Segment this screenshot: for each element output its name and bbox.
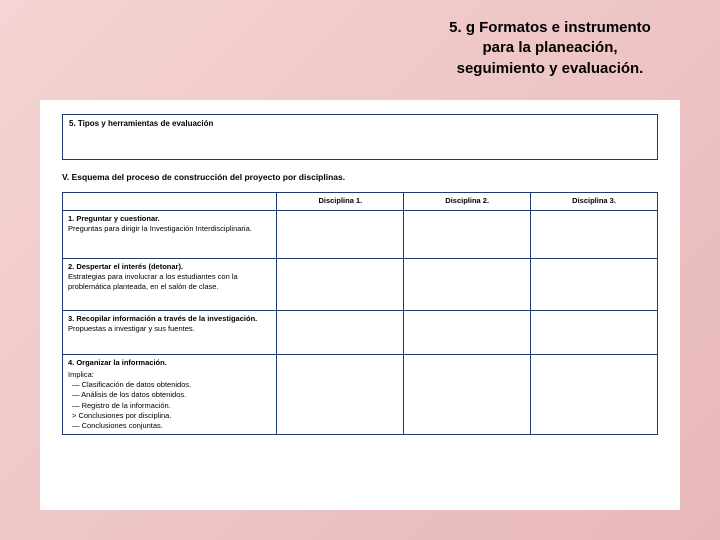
table-row: 1. Preguntar y cuestionar. Preguntas par… bbox=[63, 211, 658, 259]
row-1-sub: Preguntas para dirigir la Investigación … bbox=[68, 224, 271, 234]
cell-empty bbox=[277, 211, 404, 259]
row-1-label: 1. Preguntar y cuestionar. bbox=[68, 214, 271, 224]
document-page: 5. Tipos y herramientas de evaluación V.… bbox=[40, 100, 680, 510]
cell-empty bbox=[531, 259, 658, 311]
cell-empty bbox=[277, 259, 404, 311]
header-empty bbox=[63, 193, 277, 211]
row-4-bullet: > Conclusiones por disciplina. bbox=[68, 411, 271, 421]
row-2-sub: Estrategias para involucrar a los estudi… bbox=[68, 272, 271, 292]
row-4-bullet: — Conclusiones conjuntas. bbox=[68, 421, 271, 431]
cell-empty bbox=[531, 311, 658, 355]
cell-empty bbox=[404, 355, 531, 435]
cell-empty bbox=[404, 259, 531, 311]
row-4-label-cell: 4. Organizar la información. Implica: — … bbox=[63, 355, 277, 435]
header-disciplina-3: Disciplina 3. bbox=[531, 193, 658, 211]
header-disciplina-1: Disciplina 1. bbox=[277, 193, 404, 211]
row-4-bullet: — Clasificación de datos obtenidos. bbox=[68, 380, 271, 390]
title-line-2: para la planeación, bbox=[410, 38, 690, 58]
box-item-5: 5. Tipos y herramientas de evaluación bbox=[62, 114, 658, 160]
row-2-label: 2. Despertar el interés (detonar). bbox=[68, 262, 271, 272]
row-3-label: 3. Recopilar información a través de la … bbox=[68, 314, 271, 324]
table-row: 4. Organizar la información. Implica: — … bbox=[63, 355, 658, 435]
row-4-bullet: — Análisis de los datos obtenidos. bbox=[68, 390, 271, 400]
table-header-row: Disciplina 1. Disciplina 2. Disciplina 3… bbox=[63, 193, 658, 211]
cell-empty bbox=[404, 311, 531, 355]
row-3-sub: Propuestas a investigar y sus fuentes. bbox=[68, 324, 271, 334]
row-3-label-cell: 3. Recopilar información a través de la … bbox=[63, 311, 277, 355]
section-v-heading: V. Esquema del proceso de construcción d… bbox=[62, 172, 658, 182]
cell-empty bbox=[277, 355, 404, 435]
row-4-label: 4. Organizar la información. bbox=[68, 358, 271, 368]
row-1-label-cell: 1. Preguntar y cuestionar. Preguntas par… bbox=[63, 211, 277, 259]
box-item-5-label: 5. Tipos y herramientas de evaluación bbox=[69, 119, 213, 128]
row-4-implies: Implica: bbox=[68, 370, 271, 380]
slide-title: 5. g Formatos e instrumento para la plan… bbox=[410, 18, 690, 79]
title-line-3: seguimiento y evaluación. bbox=[410, 59, 690, 79]
header-disciplina-2: Disciplina 2. bbox=[404, 193, 531, 211]
process-table: Disciplina 1. Disciplina 2. Disciplina 3… bbox=[62, 192, 658, 435]
row-4-bullet: — Registro de la información. bbox=[68, 401, 271, 411]
cell-empty bbox=[404, 211, 531, 259]
title-line-1: 5. g Formatos e instrumento bbox=[410, 18, 690, 38]
cell-empty bbox=[531, 355, 658, 435]
table-row: 2. Despertar el interés (detonar). Estra… bbox=[63, 259, 658, 311]
table-row: 3. Recopilar información a través de la … bbox=[63, 311, 658, 355]
row-2-label-cell: 2. Despertar el interés (detonar). Estra… bbox=[63, 259, 277, 311]
cell-empty bbox=[531, 211, 658, 259]
cell-empty bbox=[277, 311, 404, 355]
